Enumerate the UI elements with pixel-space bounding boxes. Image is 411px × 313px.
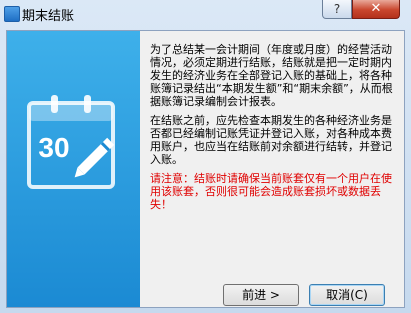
calendar-edit-icon: 30	[27, 95, 115, 189]
help-button[interactable]: ?	[322, 0, 352, 19]
calendar-day-number: 30	[38, 132, 69, 163]
description-paragraph-1: 为了总结某一会计期间（年度或月度）的经营活动情况，必须定期进行结账，结账就是把一…	[150, 43, 393, 108]
dialog-window: 期末结账 ? ✕ 30 为了总结某一会计期间（年度或月度）的经营活动情况，必须定…	[0, 0, 411, 313]
next-button[interactable]: 前进 >	[223, 284, 299, 306]
cancel-button[interactable]: 取消(C)	[309, 284, 385, 306]
window-title: 期末结账	[22, 9, 75, 24]
side-panel: 30	[7, 31, 140, 307]
app-icon	[4, 6, 20, 22]
message-content: 为了总结某一会计期间（年度或月度）的经营活动情况，必须定期进行结账，结账就是把一…	[150, 43, 396, 217]
warning-text: 请注意：结账时请确保当前账套仅有一个用户在使用该账套，否则很可能会造成账套损坏或…	[150, 172, 392, 211]
dialog-body: 30 为了总结某一会计期间（年度或月度）的经营活动情况，必须定期进行结账，结账就…	[6, 30, 405, 308]
close-button[interactable]: ✕	[352, 0, 400, 19]
description-paragraph-2: 在结账之前，应先检查本期发生的各种经济业务是否都已经编制记账凭证并登记入账，对各…	[150, 114, 392, 166]
title-bar[interactable]: 期末结账 ? ✕	[0, 0, 411, 30]
